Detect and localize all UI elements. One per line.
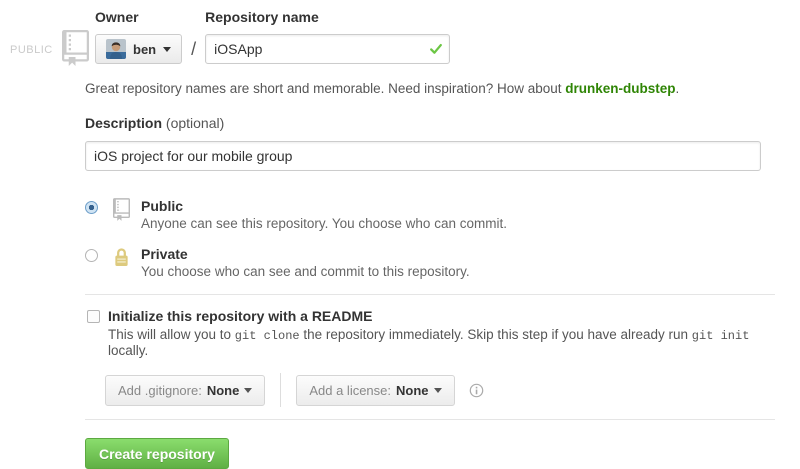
owner-select-button[interactable]: ben: [95, 34, 182, 64]
private-option-label[interactable]: Private: [141, 246, 470, 262]
public-option-label[interactable]: Public: [141, 198, 507, 214]
readme-checkbox[interactable]: [87, 310, 100, 323]
readme-desc-text: locally.: [108, 343, 148, 358]
section-divider: [85, 419, 775, 420]
description-optional: (optional): [166, 115, 224, 131]
visibility-option-private[interactable]: Private You choose who can see and commi…: [85, 246, 775, 279]
public-radio[interactable]: [85, 201, 98, 214]
gitignore-dropdown-button[interactable]: Add .gitignore: None: [105, 375, 265, 406]
git-init-code: git init: [692, 329, 750, 343]
info-icon[interactable]: [469, 383, 484, 398]
readme-label[interactable]: Initialize this repository with a README: [108, 308, 775, 324]
readme-option-row: Initialize this repository with a README…: [85, 308, 775, 358]
owner-name: ben: [133, 42, 156, 57]
license-label: Add a license:: [309, 383, 391, 398]
readme-desc-text: This will allow you to: [108, 327, 235, 342]
repo-name-input[interactable]: [205, 34, 450, 64]
description-input[interactable]: [85, 141, 761, 171]
license-dropdown-button[interactable]: Add a license: None: [296, 375, 454, 406]
addons-row: Add .gitignore: None Add a license: None: [105, 373, 775, 407]
visibility-option-public[interactable]: Public Anyone can see this repository. Y…: [85, 198, 775, 231]
hint-text: Great repository names are short and mem…: [85, 81, 565, 96]
caret-down-icon: [434, 388, 442, 393]
valid-check-icon: [429, 42, 443, 59]
caret-down-icon: [244, 388, 252, 393]
owner-repo-separator: /: [191, 39, 196, 60]
readme-description: This will allow you to git clone the rep…: [108, 327, 775, 358]
watermark-label: PUBLIC: [10, 44, 53, 56]
caret-down-icon: [163, 47, 171, 52]
private-radio[interactable]: [85, 249, 98, 262]
public-option-description: Anyone can see this repository. You choo…: [141, 216, 507, 231]
gitignore-label: Add .gitignore:: [118, 383, 202, 398]
create-repository-button[interactable]: Create repository: [85, 438, 229, 469]
readme-desc-text: the repository immediately. Skip this st…: [300, 327, 692, 342]
description-label: Description (optional): [85, 115, 775, 131]
repo-name-label: Repository name: [205, 9, 450, 25]
hint-suggestion: drunken-dubstep: [565, 81, 675, 96]
private-option-description: You choose who can see and commit to thi…: [141, 264, 470, 279]
repo-name-hint: Great repository names are short and mem…: [85, 81, 775, 96]
lock-icon: [110, 246, 132, 272]
section-divider: [85, 294, 775, 295]
description-label-text: Description: [85, 115, 162, 131]
owner-avatar: [106, 39, 126, 59]
hint-period: .: [676, 81, 680, 96]
repo-book-icon: [110, 198, 132, 224]
repo-identity-row: Owner ben / Repository name: [85, 9, 775, 64]
gitignore-value: None: [207, 383, 240, 398]
vertical-divider: [280, 373, 281, 407]
license-value: None: [396, 383, 429, 398]
visibility-watermark: PUBLIC: [10, 30, 89, 69]
owner-label: Owner: [95, 9, 182, 25]
git-clone-code: git clone: [235, 329, 300, 343]
